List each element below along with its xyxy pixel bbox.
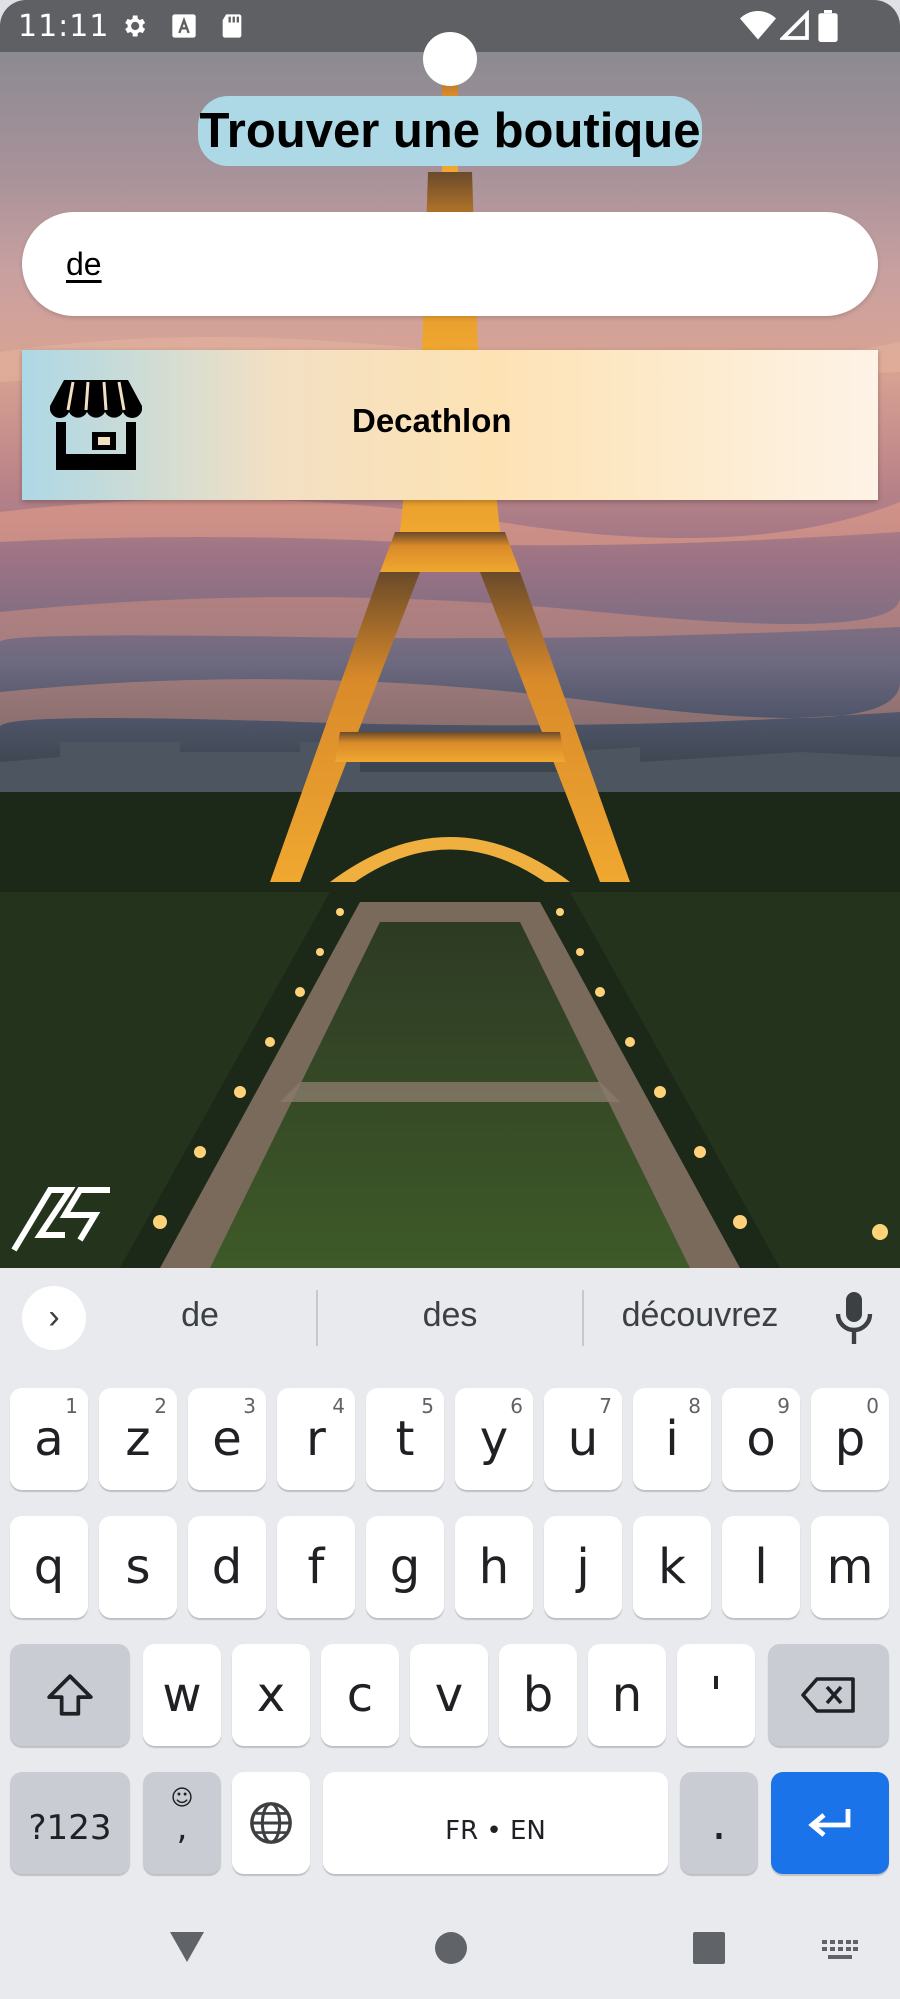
key-d[interactable]: d (188, 1516, 266, 1618)
key-u[interactable]: u7 (544, 1388, 622, 1490)
key-l[interactable]: l (722, 1516, 800, 1618)
signal-icon (780, 10, 809, 40)
symbols-key[interactable]: ?123 (10, 1772, 130, 1874)
shift-icon (47, 1674, 93, 1716)
keyboard-switch-icon[interactable] (822, 1940, 858, 1960)
key-y[interactable]: y6 (455, 1388, 533, 1490)
wifi-icon (740, 11, 776, 40)
suggestion-3[interactable]: découvrez (600, 1296, 800, 1335)
key-k[interactable]: k (633, 1516, 711, 1618)
store-name: Decathlon (352, 402, 512, 439)
key-z[interactable]: z2 (99, 1388, 177, 1490)
key-w[interactable]: w (143, 1644, 221, 1746)
language-key[interactable] (232, 1772, 310, 1874)
key-i[interactable]: i8 (633, 1388, 711, 1490)
recents-icon[interactable] (692, 1931, 726, 1965)
emoji-comma-key[interactable]: ☺ , (143, 1772, 221, 1874)
key-o[interactable]: o9 (722, 1388, 800, 1490)
suggestion-divider (582, 1290, 584, 1346)
search-input-value[interactable]: de (66, 246, 102, 283)
backspace-icon (800, 1677, 855, 1713)
key-v[interactable]: v (410, 1644, 488, 1746)
key-t[interactable]: t5 (366, 1388, 444, 1490)
key-f[interactable]: f (277, 1516, 355, 1618)
key-n[interactable]: n (588, 1644, 666, 1746)
key-e[interactable]: e3 (188, 1388, 266, 1490)
key-b[interactable]: b (499, 1644, 577, 1746)
key-s[interactable]: s (99, 1516, 177, 1618)
settings-icon (125, 15, 146, 37)
key-m[interactable]: m (811, 1516, 889, 1618)
search-input[interactable]: de (22, 212, 878, 316)
battery-icon (818, 10, 838, 42)
microphone-icon[interactable] (834, 1290, 874, 1346)
key-x[interactable]: x (232, 1644, 310, 1746)
status-time: 11:11 (18, 9, 110, 44)
enter-icon (808, 1809, 851, 1837)
home-icon[interactable] (434, 1931, 468, 1965)
back-icon[interactable] (168, 1930, 206, 1964)
photographer-logo (11, 1187, 110, 1252)
key-q[interactable]: q (10, 1516, 88, 1618)
period-key[interactable]: . (680, 1772, 758, 1874)
store-icon (50, 380, 142, 470)
shift-key[interactable] (10, 1644, 130, 1746)
navigation-bar (0, 1868, 900, 1999)
key-apostrophe[interactable]: ' (677, 1644, 755, 1746)
camera-cutout (423, 32, 477, 86)
globe-icon (250, 1802, 292, 1844)
font-icon (172, 14, 196, 38)
space-key[interactable]: FR • EN (323, 1772, 668, 1874)
suggestion-2[interactable]: des (340, 1296, 560, 1335)
store-result-item[interactable]: Decathlon (22, 350, 878, 500)
key-r[interactable]: r4 (277, 1388, 355, 1490)
suggestion-divider (316, 1290, 318, 1346)
key-j[interactable]: j (544, 1516, 622, 1618)
expand-suggestions-button[interactable]: › (22, 1286, 86, 1350)
key-a[interactable]: a1 (10, 1388, 88, 1490)
key-p[interactable]: p0 (811, 1388, 889, 1490)
page-title: Trouver une boutique (198, 96, 702, 166)
enter-key[interactable] (771, 1772, 889, 1874)
key-g[interactable]: g (366, 1516, 444, 1618)
backspace-key[interactable] (768, 1644, 889, 1746)
sd-card-icon (222, 14, 242, 38)
suggestion-1[interactable]: de (110, 1296, 290, 1335)
key-h[interactable]: h (455, 1516, 533, 1618)
key-c[interactable]: c (321, 1644, 399, 1746)
